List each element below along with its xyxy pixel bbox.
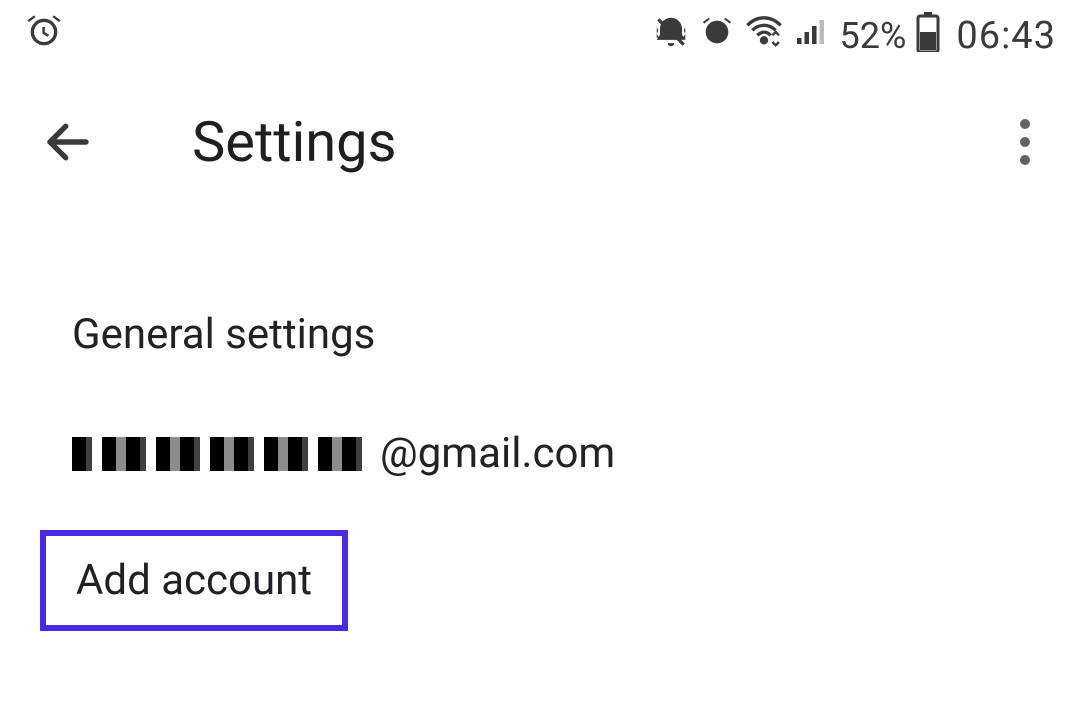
settings-list: General settings @gmail.com Add account xyxy=(0,212,1080,647)
alarm-small-icon xyxy=(700,15,734,58)
page-title: Settings xyxy=(192,109,396,175)
back-button[interactable] xyxy=(36,110,100,174)
clock-time: 06:43 xyxy=(956,14,1056,58)
battery-icon xyxy=(916,12,940,61)
signal-icon xyxy=(794,14,830,59)
overflow-menu-button[interactable] xyxy=(1010,109,1040,175)
account-email-domain: @gmail.com xyxy=(380,425,615,484)
wifi-icon xyxy=(744,12,784,61)
account-item[interactable]: @gmail.com xyxy=(0,395,1080,514)
redacted-email-local xyxy=(72,437,372,471)
app-bar: Settings xyxy=(0,72,1080,212)
add-account-button[interactable]: Add account xyxy=(40,530,348,631)
battery-pct: 52% xyxy=(840,15,907,57)
general-settings-item[interactable]: General settings xyxy=(0,276,1080,395)
vibrate-icon xyxy=(652,13,690,60)
alarm-icon xyxy=(24,12,64,61)
status-bar: 52% 06:43 xyxy=(0,0,1080,72)
more-vert-icon xyxy=(1020,119,1030,129)
